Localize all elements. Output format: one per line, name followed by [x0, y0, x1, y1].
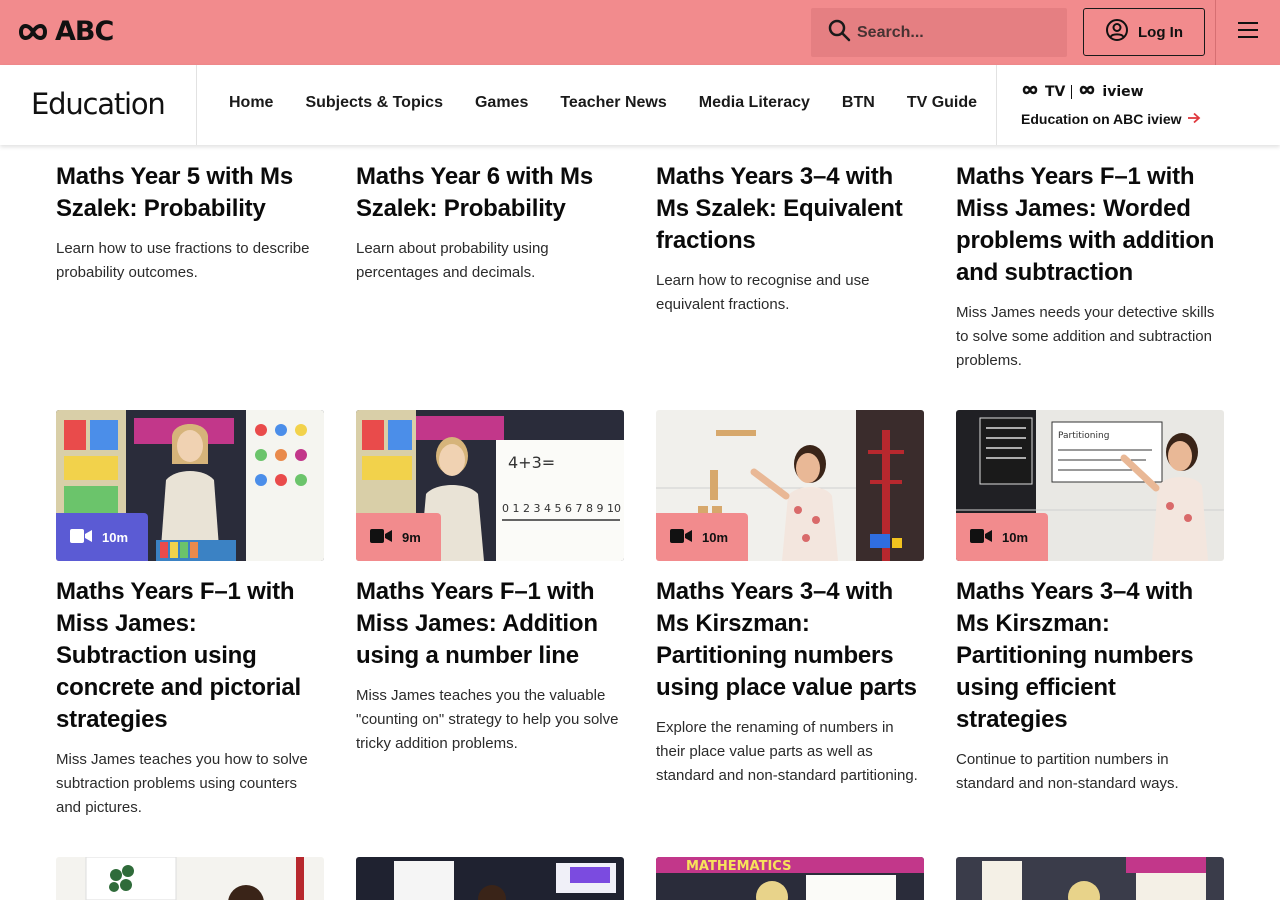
search-box[interactable] [811, 8, 1067, 57]
video-thumbnail[interactable] [56, 857, 324, 900]
nav-links: Home Subjects & Topics Games Teacher New… [229, 94, 977, 112]
card-description: Continue to partition numbers in standar… [956, 751, 1179, 792]
nav-link-subjects-topics[interactable]: Subjects & Topics [305, 94, 443, 112]
abc-tv-logo [1021, 84, 1039, 100]
hamburger-icon [1238, 21, 1258, 43]
video-card[interactable]: Maths Years 3–4 with Ms Kirszman: Partit… [956, 576, 1224, 796]
duration-badge: 10m [956, 513, 1049, 561]
video-card[interactable]: Maths Years 3–4 with Ms Kirszman: Partit… [656, 576, 924, 788]
nav-separator [196, 65, 197, 145]
card-title[interactable]: Maths Years 3–4 with Ms Kirszman: Partit… [656, 576, 924, 704]
card-title[interactable]: Maths Year 5 with Ms Szalek: Probability [56, 161, 324, 225]
menu-button[interactable] [1231, 18, 1265, 46]
classroom-wall-thumbnail-image [956, 857, 1224, 900]
video-card[interactable]: Maths Year 5 with Ms Szalek: Probability… [56, 161, 324, 285]
card-title[interactable]: Maths Years F–1 with Miss James: Subtrac… [56, 576, 324, 736]
card-title[interactable]: Maths Years 3–4 with Ms Szalek: Equivale… [656, 161, 924, 257]
nav-link-teacher-news[interactable]: Teacher News [560, 94, 666, 112]
duration-text: 10m [702, 529, 729, 545]
nav-separator [996, 65, 997, 145]
search-icon [827, 18, 857, 47]
header-divider [1215, 0, 1216, 65]
video-card[interactable]: Maths Years F–1 with Miss James: Subtrac… [56, 576, 324, 820]
video-camera-icon [670, 528, 692, 546]
video-card[interactable]: Maths Years 3–4 with Ms Szalek: Equivale… [656, 161, 924, 317]
card-title[interactable]: Maths Years 3–4 with Ms Kirszman: Partit… [956, 576, 1224, 736]
card-description: Miss James teaches you how to solve subt… [56, 751, 308, 816]
video-thumbnail[interactable]: MATHEMATICS [656, 857, 924, 900]
whiteboard-sum-text: 4+3= [508, 453, 555, 472]
presenter-thumbnail-image [356, 857, 624, 900]
top-bar: ABC Log In [0, 0, 1280, 65]
duration-badge: 10m [656, 513, 749, 561]
counters-thumbnail-image [56, 857, 324, 900]
video-camera-icon [970, 528, 992, 546]
iview-promo[interactable]: TV iview Education on ABC iview [1021, 83, 1201, 127]
mathematics-banner-thumbnail-image: MATHEMATICS [656, 857, 924, 900]
abc-lissajous-icon [17, 20, 49, 44]
abc-tv-text: TV [1045, 84, 1066, 100]
education-nav: Education Home Subjects & Topics Games T… [0, 65, 1280, 145]
video-card[interactable]: Maths Years F–1 with Miss James: Additio… [356, 576, 624, 756]
nav-link-home[interactable]: Home [229, 94, 273, 112]
abc-iview-logo [1078, 84, 1096, 100]
nav-link-media-literacy[interactable]: Media Literacy [699, 94, 810, 112]
duration-text: 10m [1002, 529, 1029, 545]
duration-badge: 10m [56, 513, 149, 561]
card-description: Learn how to recognise and use equivalen… [656, 272, 870, 313]
card-description: Miss James teaches you the valuable "cou… [356, 687, 619, 752]
duration-badge: 9m [356, 513, 441, 561]
card-description: Learn about probability using percentage… [356, 240, 549, 281]
video-thumbnail[interactable]: 10m [656, 410, 924, 561]
iview-link-label: Education on ABC iview [1021, 111, 1182, 127]
card-description: Miss James needs your detective skills t… [956, 304, 1215, 369]
logo-divider [1071, 85, 1073, 99]
card-title[interactable]: Maths Year 6 with Ms Szalek: Probability [356, 161, 624, 225]
card-title[interactable]: Maths Years F–1 with Miss James: Worded … [956, 161, 1224, 289]
login-label: Log In [1138, 23, 1183, 41]
video-camera-icon [370, 528, 392, 546]
video-thumbnail[interactable]: Partitioning 10m [956, 410, 1224, 561]
video-card[interactable]: Maths Year 6 with Ms Szalek: Probability… [356, 161, 624, 285]
user-icon [1105, 18, 1129, 46]
search-input[interactable] [857, 23, 1037, 42]
video-thumbnail[interactable] [356, 857, 624, 900]
abc-logo-text: ABC [55, 16, 114, 47]
abc-iview-text: iview [1102, 84, 1144, 100]
iview-link[interactable]: Education on ABC iview [1021, 111, 1201, 127]
duration-text: 10m [102, 529, 129, 545]
video-camera-icon [70, 528, 92, 546]
nav-link-games[interactable]: Games [475, 94, 528, 112]
iview-logos: TV iview [1021, 83, 1201, 101]
card-description: Learn how to use fractions to describe p… [56, 240, 310, 281]
section-title[interactable]: Education [31, 87, 166, 121]
banner-text: MATHEMATICS [686, 859, 791, 874]
abc-logo[interactable]: ABC [17, 16, 114, 47]
arrow-right-icon [1187, 111, 1201, 127]
login-button[interactable]: Log In [1083, 8, 1205, 56]
number-line-text: 0 1 2 3 4 5 6 7 8 9 10 [502, 502, 621, 515]
video-thumbnail[interactable] [956, 857, 1224, 900]
board-heading-text: Partitioning [1058, 431, 1109, 441]
video-thumbnail[interactable]: 10m [56, 410, 324, 561]
nav-link-btn[interactable]: BTN [842, 94, 875, 112]
video-card[interactable]: Maths Years F–1 with Miss James: Worded … [956, 161, 1224, 373]
video-thumbnail[interactable]: 4+3= 0 1 2 3 4 5 6 7 8 9 10 9m [356, 410, 624, 561]
card-title[interactable]: Maths Years F–1 with Miss James: Additio… [356, 576, 624, 672]
card-description: Explore the renaming of numbers in their… [656, 719, 918, 784]
nav-link-tv-guide[interactable]: TV Guide [907, 94, 977, 112]
duration-text: 9m [402, 529, 421, 545]
